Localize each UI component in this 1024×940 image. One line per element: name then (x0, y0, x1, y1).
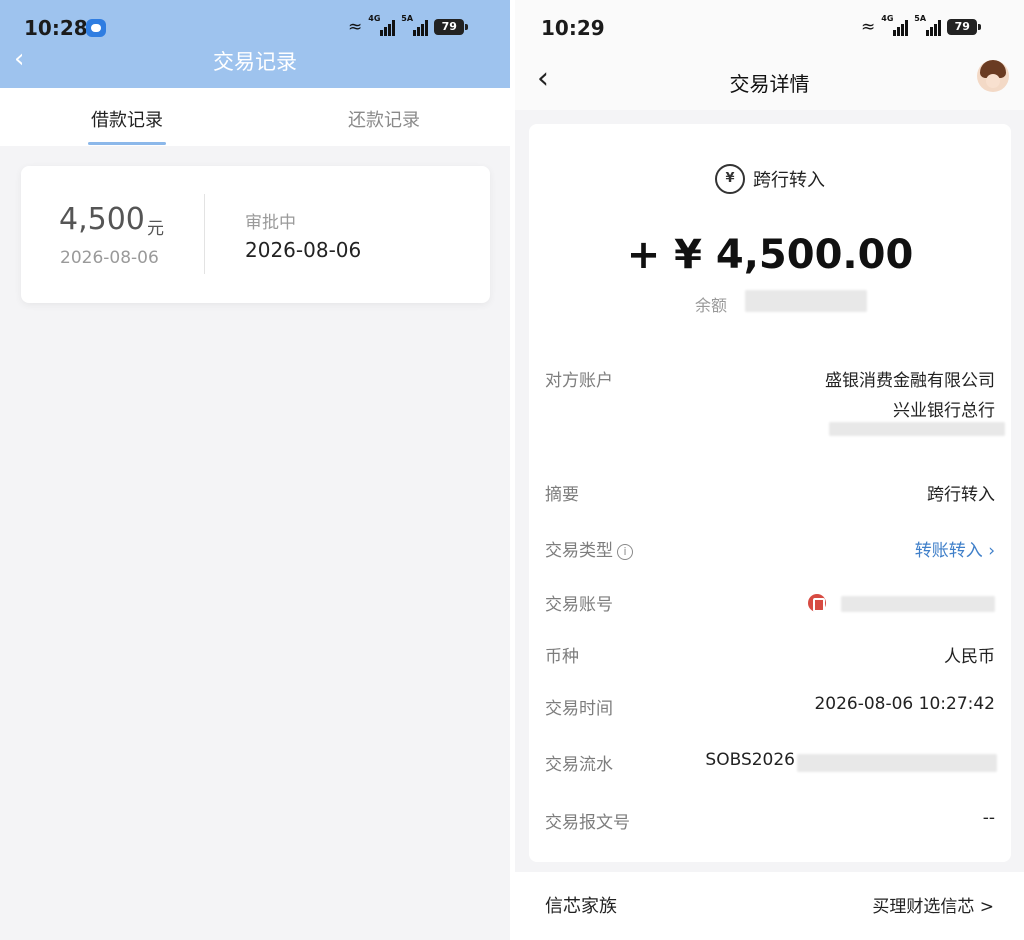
currency-label: 币种 (545, 647, 579, 667)
tab-borrow-records[interactable]: 借款记录 (27, 88, 227, 146)
transaction-time-label: 交易时间 (545, 699, 613, 719)
promo-title: 信芯家族 (545, 896, 617, 917)
summary-value: 跨行转入 (927, 485, 995, 505)
status-icons: ≈ 4G 5A 79 (861, 14, 982, 37)
transaction-serial-row: 交易流水 SOBS2026 (545, 750, 997, 780)
transaction-type-title: 跨行转入 (753, 170, 825, 191)
status-icons: ≈ 4G 5A 79 (348, 14, 469, 37)
message-number-label: 交易报文号 (545, 813, 630, 833)
loan-date: 2026-08-06 (60, 248, 159, 268)
wifi-icon: ≈ (861, 16, 876, 37)
message-number-row: 交易报文号 -- (545, 808, 995, 838)
redacted-account-number (829, 422, 1005, 436)
loan-record-card[interactable]: 4,500 元 2026-08-06 审批中 2026-08-06 (21, 166, 490, 303)
summary-label: 摘要 (545, 485, 579, 505)
avatar[interactable] (977, 60, 1009, 92)
transaction-type-link[interactable]: 转账转入 › (915, 536, 995, 561)
counterparty-label: 对方账户 (545, 371, 613, 391)
signal-icon: 4G (881, 14, 909, 36)
currency-row: 币种 人民币 (545, 642, 995, 672)
status-time: 10:29 (541, 16, 605, 40)
transaction-detail-card: ¥ 跨行转入 + ¥ 4,500.00 余额 对方账户 盛银消费金融有限公司 兴… (529, 124, 1011, 862)
page-title: 交易详情 (729, 72, 810, 96)
promo-link[interactable]: 买理财选信芯 > (872, 892, 994, 917)
transaction-type-row: 交易类型 i 转账转入 › (545, 536, 995, 566)
loan-amount-unit: 元 (147, 219, 164, 239)
balance-label: 余额 (695, 296, 728, 315)
message-icon (86, 19, 106, 37)
redacted-transaction-account (841, 596, 995, 612)
transaction-account-row: 交易账号 (545, 590, 995, 620)
status-time: 10:28 (24, 16, 88, 40)
top-header: 10:28 ≈ 4G 5A 79 ‹ 交易记录 (0, 0, 510, 88)
redacted-balance (745, 290, 867, 312)
loan-status: 审批中 (245, 213, 296, 233)
top-header: 10:29 ≈ 4G 5A 79 ‹ 交易详情 (515, 0, 1024, 110)
transaction-time-row: 交易时间 2026-08-06 10:27:42 (545, 694, 995, 724)
currency-value: 人民币 (944, 647, 995, 667)
active-tab-indicator (88, 142, 166, 145)
transaction-account-label: 交易账号 (545, 595, 613, 615)
transaction-serial-value: SOBS2026 (705, 750, 795, 770)
counterparty-row: 对方账户 盛银消费金融有限公司 (545, 366, 995, 396)
record-tabs: 借款记录 还款记录 (0, 88, 510, 146)
transaction-detail-screen: 10:29 ≈ 4G 5A 79 ‹ 交易详情 ¥ 跨行转入 + ¥ 4,500… (515, 0, 1024, 940)
wifi-icon: ≈ (348, 16, 363, 37)
loan-amount: 4,500 (59, 202, 145, 237)
yuan-transfer-icon: ¥ (715, 164, 745, 194)
bank-logo-icon (808, 594, 826, 612)
battery-icon: 79 (434, 19, 469, 35)
summary-row: 摘要 跨行转入 (545, 480, 995, 510)
transaction-type-header: ¥ 跨行转入 (529, 164, 1011, 194)
card-divider (204, 194, 205, 274)
transaction-type-label: 交易类型 i (545, 536, 633, 561)
counterparty-name: 盛银消费金融有限公司 (825, 371, 995, 391)
info-icon[interactable]: i (617, 544, 633, 560)
tab-repay-records[interactable]: 还款记录 (284, 88, 484, 146)
signal-icon: 4G (368, 14, 396, 36)
message-number-value: -- (982, 808, 995, 828)
loan-records-screen: 10:28 ≈ 4G 5A 79 ‹ 交易记录 借款记录 还款记录 4,500 … (0, 0, 510, 940)
loan-status-date: 2026-08-06 (245, 238, 362, 262)
transaction-serial-label: 交易流水 (545, 755, 613, 775)
redacted-serial (797, 754, 997, 772)
signal-icon: 5A (401, 14, 429, 36)
transaction-amount: + ¥ 4,500.00 (626, 232, 914, 278)
counterparty-bank: 兴业银行总行 (893, 401, 995, 421)
page-title: 交易记录 (213, 50, 297, 74)
transaction-time-value: 2026-08-06 10:27:42 (814, 694, 995, 714)
signal-icon: 5A (914, 14, 942, 36)
battery-icon: 79 (947, 19, 982, 35)
promo-footer: 信芯家族 买理财选信芯 > (515, 872, 1024, 940)
